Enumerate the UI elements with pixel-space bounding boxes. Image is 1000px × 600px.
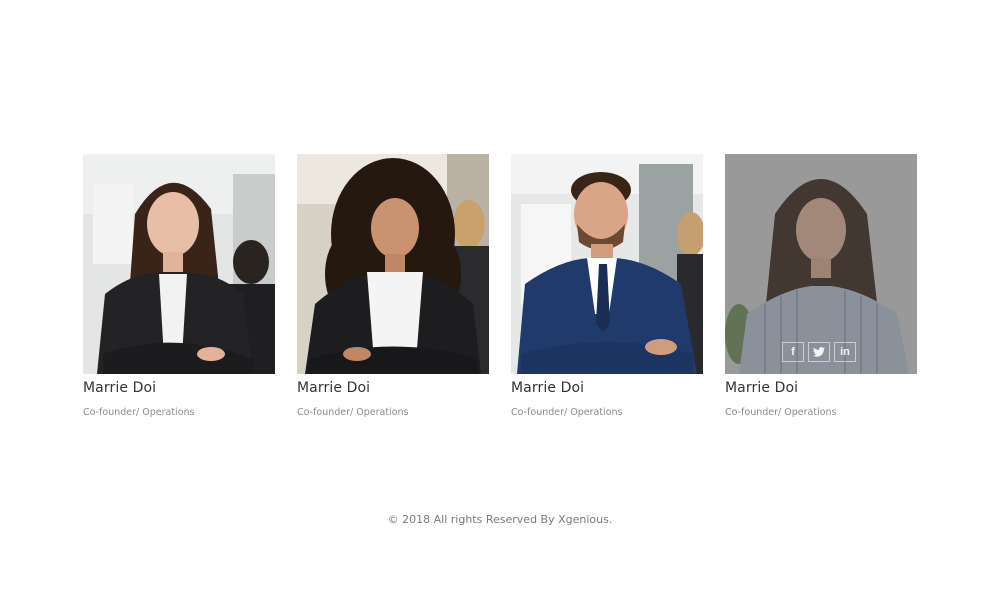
member-name: Marrie Doi: [297, 380, 371, 396]
member-name: Marrie Doi: [725, 380, 799, 396]
member-photo: f in: [725, 154, 917, 374]
footer-copyright: © 2018 All rights Reserved By Xgenious.: [387, 513, 613, 526]
social-links: f in: [782, 342, 856, 362]
member-photo: [297, 154, 489, 374]
team-grid: Marrie Doi Co-founder/ Operations Marrie…: [83, 154, 917, 418]
team-member-card: Marrie Doi Co-founder/ Operations: [83, 154, 275, 418]
team-member-card: Marrie Doi Co-founder/ Operations: [511, 154, 703, 418]
facebook-icon[interactable]: f: [782, 342, 804, 362]
member-role: Co-founder/ Operations: [83, 407, 195, 418]
team-member-card: Marrie Doi Co-founder/ Operations: [297, 154, 489, 418]
team-page: Marrie Doi Co-founder/ Operations Marrie…: [0, 0, 1000, 600]
twitter-icon[interactable]: [808, 342, 830, 362]
photo-hover-overlay: [725, 154, 917, 374]
member-name: Marrie Doi: [511, 380, 585, 396]
member-photo: [83, 154, 275, 374]
linkedin-icon[interactable]: in: [834, 342, 856, 362]
member-role: Co-founder/ Operations: [725, 407, 837, 418]
member-role: Co-founder/ Operations: [511, 407, 623, 418]
member-name: Marrie Doi: [83, 380, 157, 396]
team-member-card[interactable]: f in Marrie Doi Co-founder/ Operations: [725, 154, 917, 418]
member-role: Co-founder/ Operations: [297, 407, 409, 418]
member-photo: [511, 154, 703, 374]
